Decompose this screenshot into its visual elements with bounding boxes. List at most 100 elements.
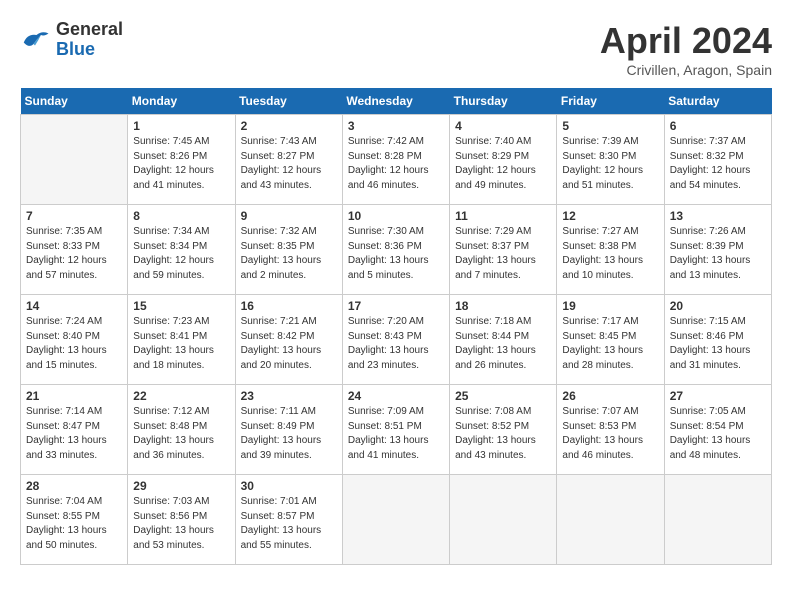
calendar-body: 1 Sunrise: 7:45 AMSunset: 8:26 PMDaylight… (21, 115, 772, 565)
day-number: 10 (348, 209, 444, 223)
day-number: 24 (348, 389, 444, 403)
day-info: Sunrise: 7:08 AMSunset: 8:52 PMDaylight:… (455, 405, 551, 463)
location-subtitle: Crivillen, Aragon, Spain (600, 62, 772, 78)
day-info: Sunrise: 7:18 AMSunset: 8:44 PMDaylight:… (455, 315, 551, 373)
calendar-cell: 7 Sunrise: 7:35 AMSunset: 8:33 PMDaylight… (21, 205, 128, 295)
day-number: 16 (241, 299, 337, 313)
calendar-cell: 9 Sunrise: 7:32 AMSunset: 8:35 PMDaylight… (235, 205, 342, 295)
calendar-cell: 2 Sunrise: 7:43 AMSunset: 8:27 PMDaylight… (235, 115, 342, 205)
day-info: Sunrise: 7:37 AMSunset: 8:32 PMDaylight:… (670, 135, 766, 193)
day-info: Sunrise: 7:11 AMSunset: 8:49 PMDaylight:… (241, 405, 337, 463)
day-info: Sunrise: 7:30 AMSunset: 8:36 PMDaylight:… (348, 225, 444, 283)
day-number: 15 (133, 299, 229, 313)
day-number: 7 (26, 209, 122, 223)
day-info: Sunrise: 7:24 AMSunset: 8:40 PMDaylight:… (26, 315, 122, 373)
day-info: Sunrise: 7:43 AMSunset: 8:27 PMDaylight:… (241, 135, 337, 193)
calendar-cell: 20 Sunrise: 7:15 AMSunset: 8:46 PMDayligh… (664, 295, 771, 385)
calendar-cell: 26Sunrise: 7:07 AMSunset: 8:53 PMDayligh… (557, 385, 664, 475)
day-info: Sunrise: 7:32 AMSunset: 8:35 PMDaylight:… (241, 225, 337, 283)
day-number: 30 (241, 479, 337, 493)
calendar-cell: 29 Sunrise: 7:03 AMSunset: 8:56 PMDayligh… (128, 475, 235, 565)
calendar-cell: 27 Sunrise: 7:05 AMSunset: 8:54 PMDayligh… (664, 385, 771, 475)
calendar-cell (342, 475, 449, 565)
day-number: 27 (670, 389, 766, 403)
day-number: 1 (133, 119, 229, 133)
logo-blue-label: Blue (56, 40, 123, 60)
day-number: 5 (562, 119, 658, 133)
month-title: April 2024 (600, 20, 772, 62)
day-info: Sunrise: 7:40 AMSunset: 8:29 PMDaylight:… (455, 135, 551, 193)
day-info: Sunrise: 7:34 AMSunset: 8:34 PMDaylight:… (133, 225, 229, 283)
day-info: Sunrise: 7:09 AMSunset: 8:51 PMDaylight:… (348, 405, 444, 463)
day-number: 23 (241, 389, 337, 403)
logo-bird-icon (20, 27, 50, 52)
calendar-cell: 6 Sunrise: 7:37 AMSunset: 8:32 PMDaylight… (664, 115, 771, 205)
day-number: 20 (670, 299, 766, 313)
logo-general-label: General (56, 20, 123, 40)
day-number: 17 (348, 299, 444, 313)
calendar-week-3: 14 Sunrise: 7:24 AMSunset: 8:40 PMDayligh… (21, 295, 772, 385)
day-number: 11 (455, 209, 551, 223)
logo: General Blue (20, 20, 123, 60)
day-info: Sunrise: 7:15 AMSunset: 8:46 PMDaylight:… (670, 315, 766, 373)
calendar-cell: 25Sunrise: 7:08 AMSunset: 8:52 PMDayligh… (450, 385, 557, 475)
calendar-cell: 21Sunrise: 7:14 AMSunset: 8:47 PMDayligh… (21, 385, 128, 475)
calendar-cell: 14 Sunrise: 7:24 AMSunset: 8:40 PMDayligh… (21, 295, 128, 385)
weekday-header-saturday: Saturday (664, 88, 771, 115)
calendar-cell: 11 Sunrise: 7:29 AMSunset: 8:37 PMDayligh… (450, 205, 557, 295)
day-info: Sunrise: 7:21 AMSunset: 8:42 PMDaylight:… (241, 315, 337, 373)
day-info: Sunrise: 7:29 AMSunset: 8:37 PMDaylight:… (455, 225, 551, 283)
day-info: Sunrise: 7:04 AMSunset: 8:55 PMDaylight:… (26, 495, 122, 553)
calendar-cell: 28 Sunrise: 7:04 AMSunset: 8:55 PMDayligh… (21, 475, 128, 565)
day-number: 22 (133, 389, 229, 403)
day-info: Sunrise: 7:17 AMSunset: 8:45 PMDaylight:… (562, 315, 658, 373)
page-header: General Blue April 2024 Crivillen, Arago… (20, 20, 772, 78)
calendar-cell: 5 Sunrise: 7:39 AMSunset: 8:30 PMDaylight… (557, 115, 664, 205)
day-number: 14 (26, 299, 122, 313)
calendar-week-5: 28 Sunrise: 7:04 AMSunset: 8:55 PMDayligh… (21, 475, 772, 565)
weekday-header-sunday: Sunday (21, 88, 128, 115)
day-info: Sunrise: 7:01 AMSunset: 8:57 PMDaylight:… (241, 495, 337, 553)
day-number: 12 (562, 209, 658, 223)
title-block: April 2024 Crivillen, Aragon, Spain (600, 20, 772, 78)
weekday-header-wednesday: Wednesday (342, 88, 449, 115)
calendar-cell: 24 Sunrise: 7:09 AMSunset: 8:51 PMDayligh… (342, 385, 449, 475)
weekday-header-thursday: Thursday (450, 88, 557, 115)
day-number: 28 (26, 479, 122, 493)
weekday-header-friday: Friday (557, 88, 664, 115)
day-number: 6 (670, 119, 766, 133)
calendar-cell: 10 Sunrise: 7:30 AMSunset: 8:36 PMDayligh… (342, 205, 449, 295)
calendar-cell: 4 Sunrise: 7:40 AMSunset: 8:29 PMDaylight… (450, 115, 557, 205)
day-number: 13 (670, 209, 766, 223)
calendar-cell: 23 Sunrise: 7:11 AMSunset: 8:49 PMDayligh… (235, 385, 342, 475)
day-info: Sunrise: 7:12 AMSunset: 8:48 PMDaylight:… (133, 405, 229, 463)
day-info: Sunrise: 7:05 AMSunset: 8:54 PMDaylight:… (670, 405, 766, 463)
day-info: Sunrise: 7:45 AMSunset: 8:26 PMDaylight:… (133, 135, 229, 193)
calendar-header-row: SundayMondayTuesdayWednesdayThursdayFrid… (21, 88, 772, 115)
calendar-cell: 16 Sunrise: 7:21 AMSunset: 8:42 PMDayligh… (235, 295, 342, 385)
calendar-cell (664, 475, 771, 565)
weekday-header-monday: Monday (128, 88, 235, 115)
logo-text: General Blue (56, 20, 123, 60)
calendar-cell: 3Sunrise: 7:42 AMSunset: 8:28 PMDaylight… (342, 115, 449, 205)
calendar-cell (21, 115, 128, 205)
day-info: Sunrise: 7:35 AMSunset: 8:33 PMDaylight:… (26, 225, 122, 283)
day-info: Sunrise: 7:42 AMSunset: 8:28 PMDaylight:… (348, 135, 444, 193)
day-info: Sunrise: 7:03 AMSunset: 8:56 PMDaylight:… (133, 495, 229, 553)
day-number: 9 (241, 209, 337, 223)
calendar-week-4: 21Sunrise: 7:14 AMSunset: 8:47 PMDayligh… (21, 385, 772, 475)
calendar-cell: 19Sunrise: 7:17 AMSunset: 8:45 PMDayligh… (557, 295, 664, 385)
calendar-week-2: 7 Sunrise: 7:35 AMSunset: 8:33 PMDaylight… (21, 205, 772, 295)
calendar-table: SundayMondayTuesdayWednesdayThursdayFrid… (20, 88, 772, 565)
day-number: 21 (26, 389, 122, 403)
calendar-cell: 22 Sunrise: 7:12 AMSunset: 8:48 PMDayligh… (128, 385, 235, 475)
day-number: 8 (133, 209, 229, 223)
day-number: 4 (455, 119, 551, 133)
day-number: 18 (455, 299, 551, 313)
calendar-cell: 12Sunrise: 7:27 AMSunset: 8:38 PMDayligh… (557, 205, 664, 295)
calendar-cell: 1 Sunrise: 7:45 AMSunset: 8:26 PMDaylight… (128, 115, 235, 205)
day-info: Sunrise: 7:39 AMSunset: 8:30 PMDaylight:… (562, 135, 658, 193)
day-number: 29 (133, 479, 229, 493)
weekday-header-tuesday: Tuesday (235, 88, 342, 115)
day-number: 2 (241, 119, 337, 133)
